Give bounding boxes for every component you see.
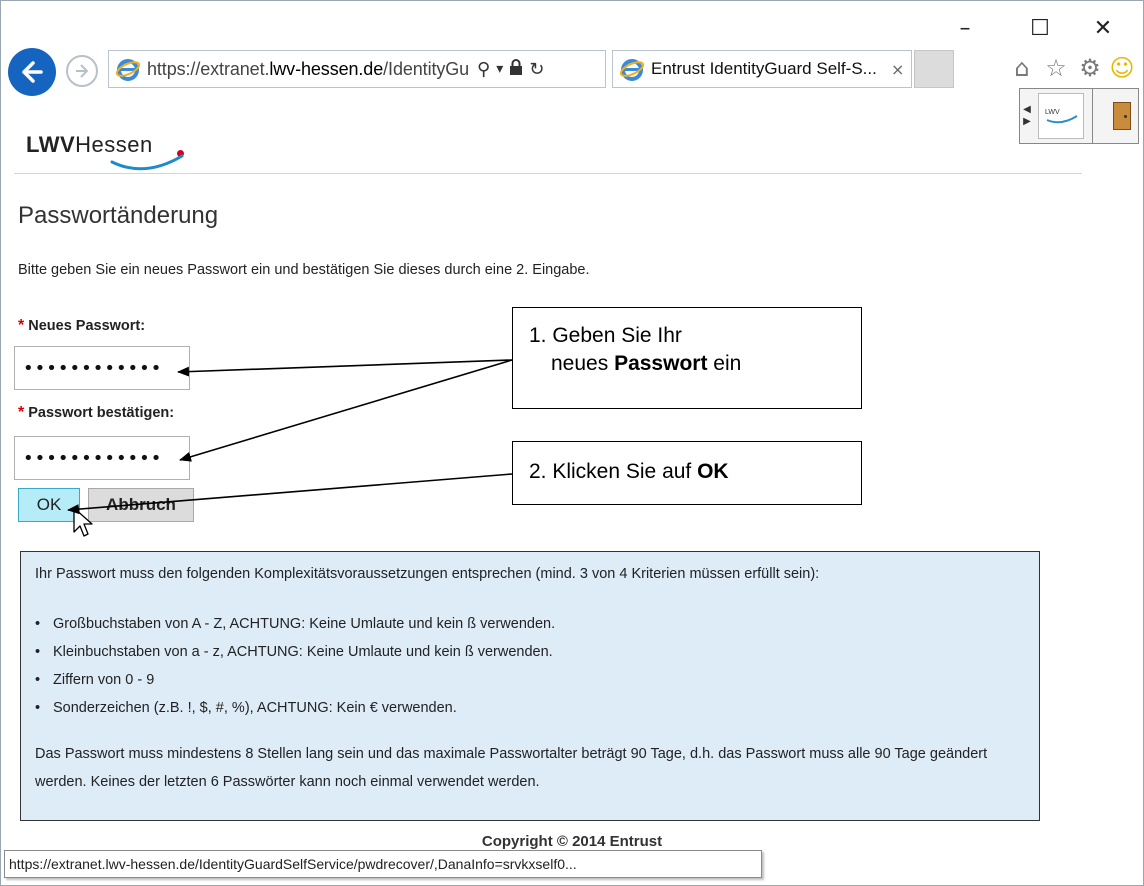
confirm-password-input[interactable]: •••••••••••• bbox=[14, 436, 190, 480]
ok-button[interactable]: OK bbox=[18, 488, 80, 522]
status-bar-url: https://extranet.lwv-hessen.de/IdentityG… bbox=[4, 850, 762, 878]
confirm-password-label-text: Passwort bestätigen: bbox=[28, 405, 175, 421]
address-bar[interactable]: https://extranet.lwv-hessen.de/IdentityG… bbox=[108, 50, 606, 88]
arrow-left-icon bbox=[22, 61, 43, 83]
ie-logo-icon bbox=[619, 56, 645, 82]
intro-text: Bitte geben Sie ein neues Passwort ein u… bbox=[18, 262, 590, 278]
url-prefix: https://extranet. bbox=[147, 58, 270, 79]
step1-line2-post: ein bbox=[707, 352, 742, 375]
rule-text: Ziffern von 0 - 9 bbox=[53, 672, 155, 688]
url-path: /IdentityGuar bbox=[383, 58, 469, 79]
tab-entrust[interactable]: Entrust IdentityGuard Self-S... × bbox=[612, 50, 912, 88]
step1-line1: 1. Geben Sie Ihr bbox=[529, 324, 682, 347]
gear-icon[interactable]: ⚙ bbox=[1074, 52, 1106, 84]
plugin-toolbar: ◀ ▶ LWV bbox=[1019, 88, 1139, 144]
bullet: • bbox=[35, 616, 41, 632]
chevron-down-icon[interactable]: ▾ bbox=[496, 61, 503, 77]
home-icon[interactable]: ⌂ bbox=[1006, 52, 1038, 84]
plugin-thumbnail[interactable]: LWV bbox=[1038, 93, 1084, 139]
door-icon[interactable] bbox=[1113, 102, 1131, 130]
close-button[interactable]: ✕ bbox=[1088, 14, 1118, 44]
bullet: • bbox=[35, 672, 41, 688]
forward-button[interactable] bbox=[66, 55, 98, 87]
rule-text: Kleinbuchstaben von a - z, ACHTUNG: Kein… bbox=[53, 644, 553, 660]
refresh-icon[interactable]: ↻ bbox=[529, 59, 544, 80]
smiley-icon[interactable]: ☺ bbox=[1106, 52, 1138, 84]
plugin-separator bbox=[1092, 88, 1093, 144]
url-text[interactable]: https://extranet.lwv-hessen.de/IdentityG… bbox=[147, 59, 469, 80]
list-item: • Ziffern von 0 - 9 bbox=[35, 666, 555, 694]
rules-intro: Ihr Passwort muss den folgenden Komplexi… bbox=[35, 566, 820, 582]
tab-close-icon[interactable]: × bbox=[891, 60, 904, 79]
back-button[interactable] bbox=[8, 48, 56, 96]
confirm-password-label: * Passwort bestätigen: bbox=[18, 404, 174, 422]
copyright-text: Copyright © 2014 Entrust bbox=[481, 833, 663, 850]
header-divider bbox=[14, 173, 1082, 174]
new-tab-button[interactable] bbox=[914, 50, 954, 88]
rule-text: Großbuchstaben von A - Z, ACHTUNG: Keine… bbox=[53, 616, 556, 632]
cancel-button[interactable]: Abbruch bbox=[88, 488, 194, 522]
password-rules-box: Ihr Passwort muss den folgenden Komplexi… bbox=[20, 551, 1040, 821]
minimize-button[interactable]: – bbox=[950, 14, 980, 44]
logo-bold: LWV bbox=[26, 132, 76, 157]
rules-note: Das Passwort muss mindestens 8 Stellen l… bbox=[35, 746, 988, 790]
bullet: • bbox=[35, 644, 41, 660]
step1-line2: neues Passwort ein bbox=[529, 350, 861, 378]
step2-bold: OK bbox=[697, 460, 729, 483]
bullet: • bbox=[35, 700, 41, 716]
arrow-right-icon bbox=[76, 64, 88, 78]
new-password-input[interactable]: •••••••••••• bbox=[14, 346, 190, 390]
url-domain: lwv-hessen.de bbox=[269, 58, 384, 79]
new-password-label: * Neues Passwort: bbox=[18, 317, 145, 335]
plugin-arrows-icon[interactable]: ◀ ▶ bbox=[1020, 104, 1034, 128]
ie-logo-icon bbox=[115, 56, 141, 82]
tab-title: Entrust IdentityGuard Self-S... bbox=[651, 59, 877, 78]
star-icon[interactable]: ☆ bbox=[1040, 52, 1072, 84]
page-title: Passwortänderung bbox=[18, 202, 219, 229]
required-mark: * bbox=[18, 317, 25, 334]
step1-callout: 1. Geben Sie Ihr neues Passwort ein bbox=[512, 307, 862, 409]
search-icon[interactable]: ⚲ bbox=[477, 59, 490, 80]
svg-text:LWV: LWV bbox=[1045, 109, 1060, 116]
rule-text: Sonderzeichen (z.B. !, $, #, %), ACHTUNG… bbox=[53, 700, 457, 716]
rules-list: • Großbuchstaben von A - Z, ACHTUNG: Kein… bbox=[35, 610, 555, 722]
new-password-label-text: Neues Passwort: bbox=[28, 318, 146, 334]
step1-line2-bold: Passwort bbox=[614, 352, 708, 375]
step2-pre: 2. Klicken Sie auf bbox=[529, 460, 698, 483]
list-item: • Großbuchstaben von A - Z, ACHTUNG: Kein… bbox=[35, 610, 555, 638]
required-mark: * bbox=[18, 404, 25, 421]
mouse-cursor-icon bbox=[73, 507, 93, 537]
maximize-button[interactable]: ☐ bbox=[1025, 14, 1055, 44]
step2-callout: 2. Klicken Sie auf OK bbox=[512, 441, 862, 505]
list-item: • Sonderzeichen (z.B. !, $, #, %), ACHTUN… bbox=[35, 694, 555, 722]
lock-icon[interactable] bbox=[509, 59, 523, 79]
list-item: • Kleinbuchstaben von a - z, ACHTUNG: Kei… bbox=[35, 638, 555, 666]
step1-line2-pre: neues bbox=[551, 352, 615, 375]
